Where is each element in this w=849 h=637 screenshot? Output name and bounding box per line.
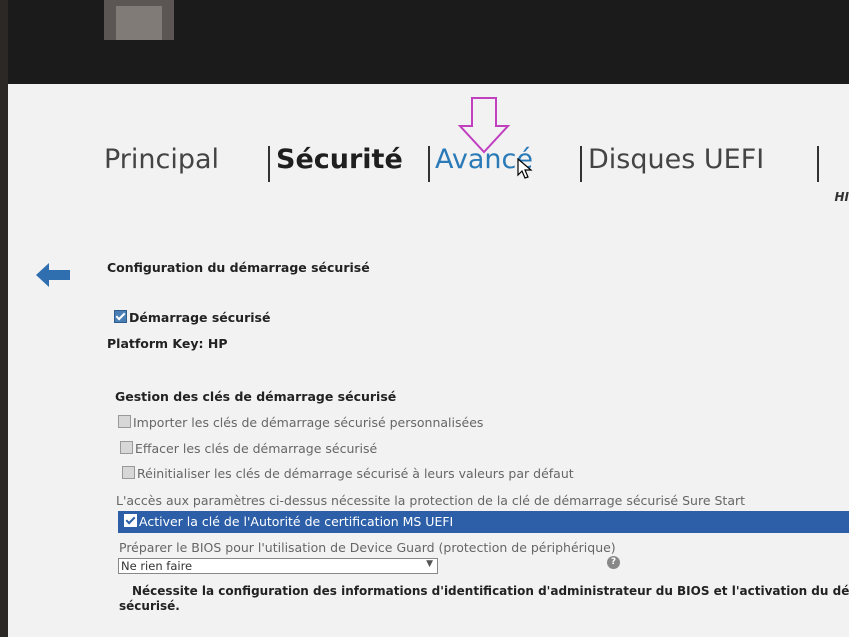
chevron-down-icon: ▼ (426, 559, 433, 569)
secure-boot-label: Démarrage sécurisé (129, 310, 271, 325)
question-icon[interactable]: ? (607, 556, 620, 569)
import-keys-option[interactable]: Importer les clés de démarrage sécurisé … (118, 415, 483, 430)
reset-keys-label: Réinitialiser les clés de démarrage sécu… (137, 466, 574, 481)
sure-start-note: L'accès aux paramètres ci-dessus nécessi… (116, 493, 746, 508)
ms-uefi-ca-label: Activer la clé de l'Autorité de certific… (139, 514, 454, 529)
clear-keys-label: Effacer les clés de démarrage sécurisé (135, 441, 378, 456)
secure-boot-checkbox[interactable] (114, 310, 127, 323)
import-keys-label: Importer les clés de démarrage sécurisé … (133, 415, 484, 430)
clear-keys-option[interactable]: Effacer les clés de démarrage sécurisé (120, 441, 377, 456)
key-management-title: Gestion des clés de démarrage sécurisé (115, 389, 397, 404)
requirement-note-line2: sécurisé. (119, 599, 180, 613)
bios-screen: Principal Sécurité Avancé Disques UEFI H… (8, 84, 849, 637)
main-content: Configuration du démarrage sécurisé Déma… (107, 84, 849, 637)
platform-key-info: Platform Key: HP (107, 336, 228, 351)
monitor-bezel-left (0, 0, 8, 637)
back-arrow-icon[interactable] (36, 262, 70, 288)
ms-uefi-ca-option[interactable]: Activer la clé de l'Autorité de certific… (118, 511, 849, 533)
import-keys-checkbox[interactable] (118, 415, 131, 428)
reset-keys-checkbox[interactable] (122, 466, 135, 479)
device-guard-selected-value: Ne rien faire (121, 559, 193, 573)
requirement-note-line1: Nécessite la configuration des informati… (132, 584, 849, 598)
device-guard-select[interactable]: Ne rien faire ▼ (118, 558, 438, 574)
reset-keys-option[interactable]: Réinitialiser les clés de démarrage sécu… (122, 466, 574, 481)
section-title: Configuration du démarrage sécurisé (107, 260, 370, 275)
clear-keys-checkbox[interactable] (120, 441, 133, 454)
bezel-webcam (116, 6, 162, 40)
device-guard-label: Préparer le BIOS pour l'utilisation de D… (119, 540, 616, 555)
secure-boot-option[interactable]: Démarrage sécurisé (114, 310, 270, 325)
ms-uefi-ca-checkbox[interactable] (124, 514, 137, 527)
